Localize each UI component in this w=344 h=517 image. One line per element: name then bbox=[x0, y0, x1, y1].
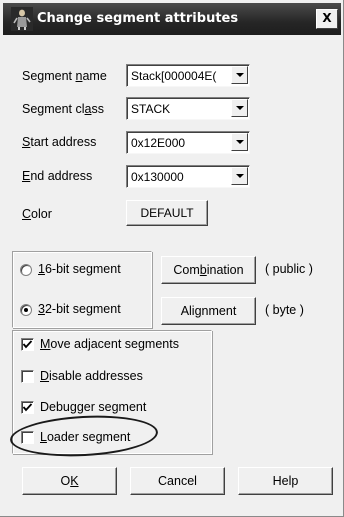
combination-value: ( public ) bbox=[265, 262, 313, 276]
start-address-combo[interactable]: 0x12E000 bbox=[126, 131, 250, 154]
radio-32-bit-label[interactable]: 32-bit segment bbox=[38, 302, 121, 316]
color-label: Color bbox=[22, 207, 52, 221]
alignment-button[interactable]: Alignment bbox=[161, 297, 256, 325]
disable-addresses-label[interactable]: Disable addresses bbox=[40, 369, 143, 383]
segment-name-value: Stack[000004E( bbox=[131, 69, 217, 83]
close-button[interactable]: X bbox=[316, 9, 338, 29]
radio-32-bit[interactable] bbox=[20, 304, 32, 316]
start-address-value: 0x12E000 bbox=[131, 136, 186, 150]
cancel-button[interactable]: Cancel bbox=[130, 467, 225, 495]
ok-button[interactable]: OK bbox=[22, 467, 117, 495]
disable-addresses-checkbox[interactable] bbox=[21, 370, 34, 383]
color-default-button[interactable]: DEFAULT bbox=[126, 200, 208, 226]
segment-name-combo[interactable]: Stack[000004E( bbox=[126, 64, 250, 87]
chevron-down-icon[interactable] bbox=[231, 133, 248, 151]
move-adjacent-label[interactable]: Move adjacent segments bbox=[40, 337, 179, 351]
close-icon: X bbox=[322, 11, 332, 25]
segment-class-label: Segment class bbox=[22, 102, 104, 116]
dialog-window: Change segment attributes X Segment name… bbox=[0, 0, 344, 517]
combination-button[interactable]: Combination bbox=[161, 256, 256, 284]
chevron-down-icon[interactable] bbox=[231, 66, 248, 84]
chevron-down-icon[interactable] bbox=[231, 167, 248, 185]
move-adjacent-checkbox[interactable] bbox=[21, 338, 34, 351]
radio-selected-dot bbox=[24, 308, 28, 312]
checkmark-icon bbox=[22, 403, 33, 412]
alignment-value: ( byte ) bbox=[265, 303, 304, 317]
segment-name-label: Segment name bbox=[22, 69, 107, 83]
dialog-title: Change segment attributes bbox=[37, 11, 239, 26]
segment-class-value: STACK bbox=[131, 102, 171, 116]
title-bar[interactable]: Change segment attributes X bbox=[3, 3, 341, 35]
help-button[interactable]: Help bbox=[238, 467, 333, 495]
start-address-label: Start address bbox=[22, 135, 97, 149]
radio-16-bit-label[interactable]: 16-bit segment bbox=[38, 262, 121, 276]
debugger-segment-checkbox[interactable] bbox=[21, 401, 34, 414]
radio-16-bit[interactable] bbox=[20, 264, 32, 276]
end-address-combo[interactable]: 0x130000 bbox=[126, 165, 250, 188]
app-figure-icon bbox=[11, 7, 33, 31]
debugger-segment-label[interactable]: Debugger segment bbox=[40, 400, 146, 414]
segment-class-combo[interactable]: STACK bbox=[126, 97, 250, 120]
end-address-value: 0x130000 bbox=[131, 170, 184, 184]
chevron-down-icon[interactable] bbox=[231, 99, 248, 117]
checkmark-icon bbox=[22, 340, 33, 349]
end-address-label: End address bbox=[22, 169, 93, 183]
